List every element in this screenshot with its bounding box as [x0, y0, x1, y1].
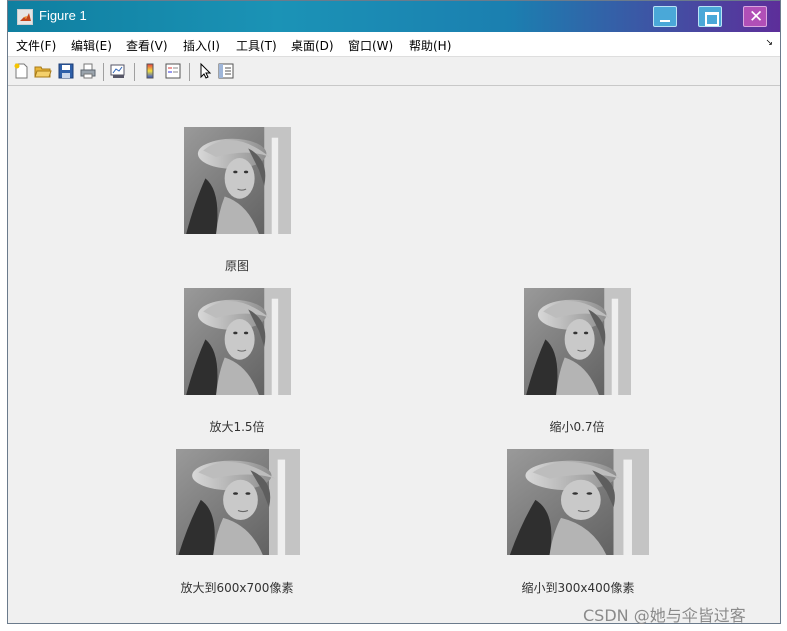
print-icon[interactable] — [79, 62, 97, 80]
toolbar-separator — [189, 63, 190, 81]
figure-canvas[interactable]: 原图 放大1.5倍 缩小0.7倍 放大到600x700像素 缩小到300x400… — [8, 87, 780, 623]
title-bar[interactable]: Figure 1 ✕ — [8, 1, 780, 32]
subplot-original-image — [184, 127, 291, 234]
figure-toolbar — [8, 58, 780, 86]
menu-bar: 文件(F) 编辑(E) 查看(V) 插入(I) 工具(T) 桌面(D) 窗口(W… — [8, 32, 780, 57]
subplot-resized-600x700 — [176, 449, 300, 555]
subplot-scaled-0-7 — [524, 288, 631, 395]
caption-scaled-0-7: 缩小0.7倍 — [549, 420, 605, 434]
caption-resized-600x700: 放大到600x700像素 — [180, 581, 294, 595]
menu-insert[interactable]: 插入(I) — [183, 37, 220, 54]
menu-view[interactable]: 查看(V) — [126, 37, 168, 54]
menu-window[interactable]: 窗口(W) — [348, 37, 393, 54]
toolbar-separator — [134, 63, 135, 81]
minimize-button[interactable] — [653, 6, 677, 27]
figure-window: Figure 1 ✕ 文件(F) 编辑(E) 查看(V) 插入(I) 工具(T)… — [7, 0, 781, 624]
menu-edit[interactable]: 编辑(E) — [71, 37, 112, 54]
watermark: CSDN @她与伞皆过客 — [583, 606, 746, 625]
dock-figure-icon[interactable]: ↘ — [765, 38, 773, 48]
new-figure-icon[interactable] — [12, 62, 30, 80]
edit-plot-pointer-icon[interactable] — [196, 62, 214, 80]
subplot-resized-300x400 — [507, 449, 649, 555]
caption-resized-300x400: 缩小到300x400像素 — [521, 581, 635, 595]
maximize-button[interactable] — [698, 6, 722, 27]
colorbar-icon[interactable] — [141, 62, 159, 80]
menu-help[interactable]: 帮助(H) — [409, 37, 451, 54]
caption-original: 原图 — [224, 259, 249, 273]
window-title: Figure 1 — [39, 8, 87, 23]
save-icon[interactable] — [57, 62, 75, 80]
subplot-scaled-1-5 — [184, 288, 291, 395]
menu-tools[interactable]: 工具(T) — [236, 37, 277, 54]
close-icon: ✕ — [749, 7, 764, 27]
close-button[interactable]: ✕ — [743, 6, 767, 27]
property-inspector-icon[interactable] — [217, 62, 235, 80]
caption-scaled-1-5: 放大1.5倍 — [209, 420, 265, 434]
matlab-icon — [17, 9, 33, 25]
menu-desktop[interactable]: 桌面(D) — [291, 37, 334, 54]
menu-file[interactable]: 文件(F) — [16, 37, 56, 54]
legend-icon[interactable] — [164, 62, 182, 80]
link-plot-icon[interactable] — [109, 62, 127, 80]
open-file-icon[interactable] — [34, 62, 52, 80]
toolbar-separator — [103, 63, 104, 81]
